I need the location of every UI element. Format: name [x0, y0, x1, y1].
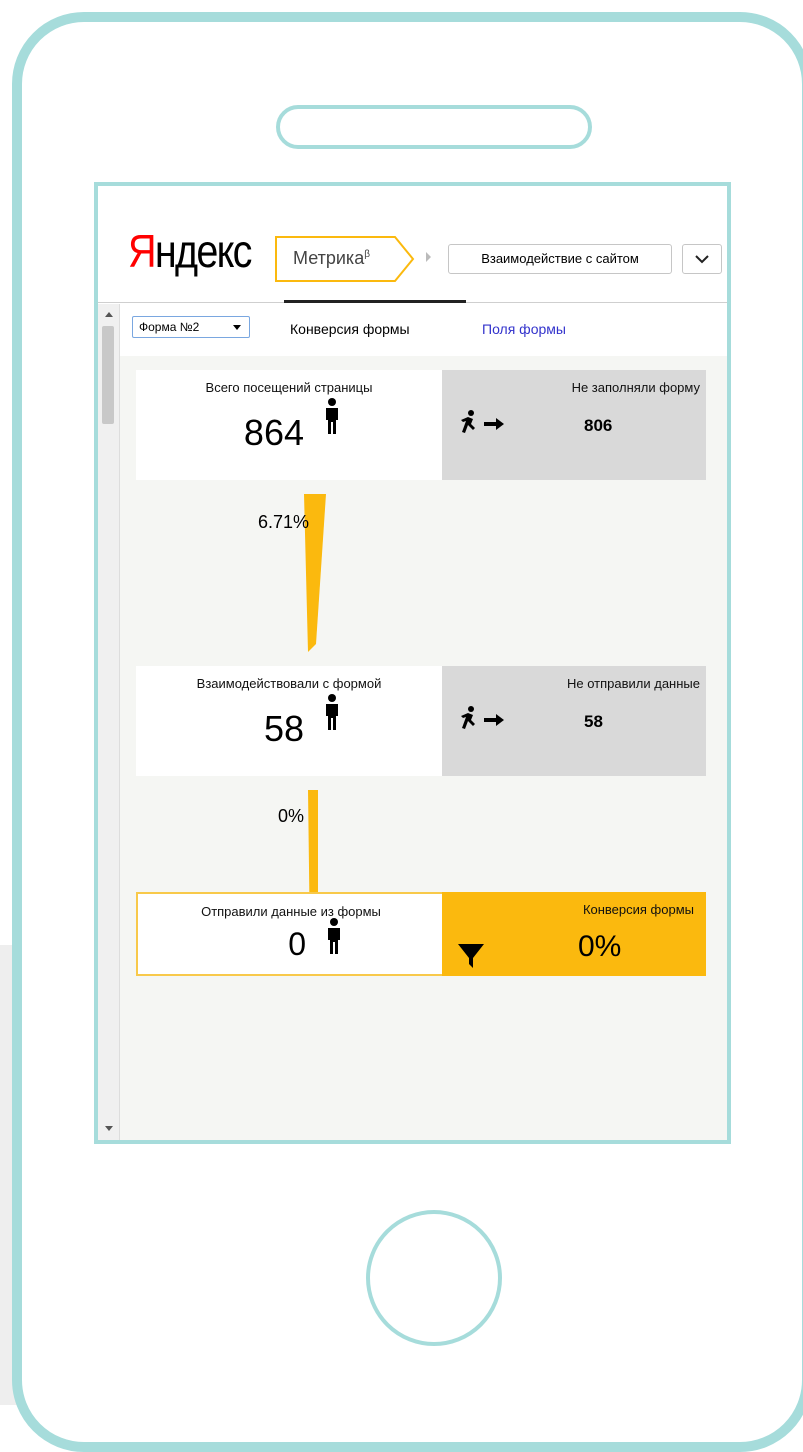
breadcrumb-separator-icon [426, 252, 431, 262]
tab-form-conversion[interactable]: Конверсия формы [290, 321, 410, 337]
funnel-stage-submitted: Отправили данные из формы 0 Конверсия фо… [136, 892, 706, 976]
scroll-down-icon[interactable] [105, 1126, 113, 1131]
funnel-transition-1: 6.71% [258, 494, 328, 654]
chevron-down-icon [695, 255, 709, 264]
form-select[interactable]: Форма №2 [132, 316, 250, 338]
dropoff-label: Не заполняли форму [571, 380, 700, 395]
person-icon [326, 398, 338, 434]
report-toolbar: Форма №2 Конверсия формы Поля формы [120, 304, 727, 356]
transition-percent: 0% [278, 806, 305, 826]
active-tab-indicator [284, 300, 466, 303]
phone-home-button[interactable] [366, 1210, 502, 1346]
scroll-thumb[interactable] [102, 326, 114, 424]
stage-dropoff-box: Не отправили данные 58 [442, 666, 706, 776]
stage-count: 0 [288, 926, 306, 962]
stage-dropoff-box: Не заполняли форму 806 [442, 370, 706, 480]
app-header: Яндекс Метрикаβ Взаимодействие с сайтом [98, 186, 727, 304]
funnel-stage-visits: Всего посещений страницы 864 Не заполнял… [136, 370, 706, 480]
runner-icon [461, 410, 475, 433]
tab-form-fields[interactable]: Поля формы [482, 321, 566, 337]
person-icon [328, 918, 340, 954]
runner-icon [461, 706, 475, 729]
stage-label: Всего посещений страницы [205, 380, 373, 395]
stage-main-box: Всего посещений страницы 864 [136, 370, 442, 480]
stage-count: 864 [243, 412, 304, 453]
logo-rest: ндекс [154, 225, 253, 277]
scrollbar[interactable] [98, 304, 120, 1140]
product-beta-mark: β [364, 249, 370, 260]
arrow-right-icon [484, 714, 504, 726]
transition-percent: 6.71% [258, 512, 310, 532]
scroll-up-icon[interactable] [105, 312, 113, 317]
funnel-stage-interacted: Взаимодействовали с формой 58 Не отправи… [136, 666, 706, 776]
dropoff-count: 58 [584, 712, 603, 731]
stage-label: Отправили данные из формы [201, 904, 381, 919]
report-select[interactable]: Взаимодействие с сайтом [448, 244, 672, 274]
conversion-label: Конверсия формы [582, 902, 694, 917]
stage-count: 58 [263, 708, 304, 749]
logo-first-letter: Я [128, 225, 157, 277]
phone-screen: Яндекс Метрикаβ Взаимодействие с сайтом … [94, 182, 731, 1144]
dropoff-label: Не отправили данные [566, 676, 700, 691]
dropoff-count: 806 [584, 416, 613, 435]
form-select-value: Форма №2 [139, 320, 200, 334]
metrika-label: Метрикаβ [293, 248, 370, 269]
stage-main-box: Отправили данные из формы 0 [136, 892, 442, 976]
stage-main-box: Взаимодействовали с формой 58 [136, 666, 442, 776]
arrow-right-icon [484, 418, 504, 430]
phone-speaker [276, 105, 592, 149]
caret-down-icon [233, 325, 241, 330]
metrika-breadcrumb[interactable]: Метрикаβ [275, 236, 415, 282]
yandex-logo[interactable]: Яндекс [128, 225, 253, 277]
stage-label: Взаимодействовали с формой [196, 676, 382, 691]
funnel-icon [458, 944, 484, 968]
person-icon [326, 694, 338, 730]
report-content: Форма №2 Конверсия формы Поля формы Всег… [120, 304, 727, 1140]
conversion-box: Конверсия формы 0% [442, 892, 706, 976]
conversion-value: 0% [578, 930, 622, 963]
menu-dropdown-button[interactable] [682, 244, 722, 274]
product-name: Метрика [293, 248, 365, 268]
